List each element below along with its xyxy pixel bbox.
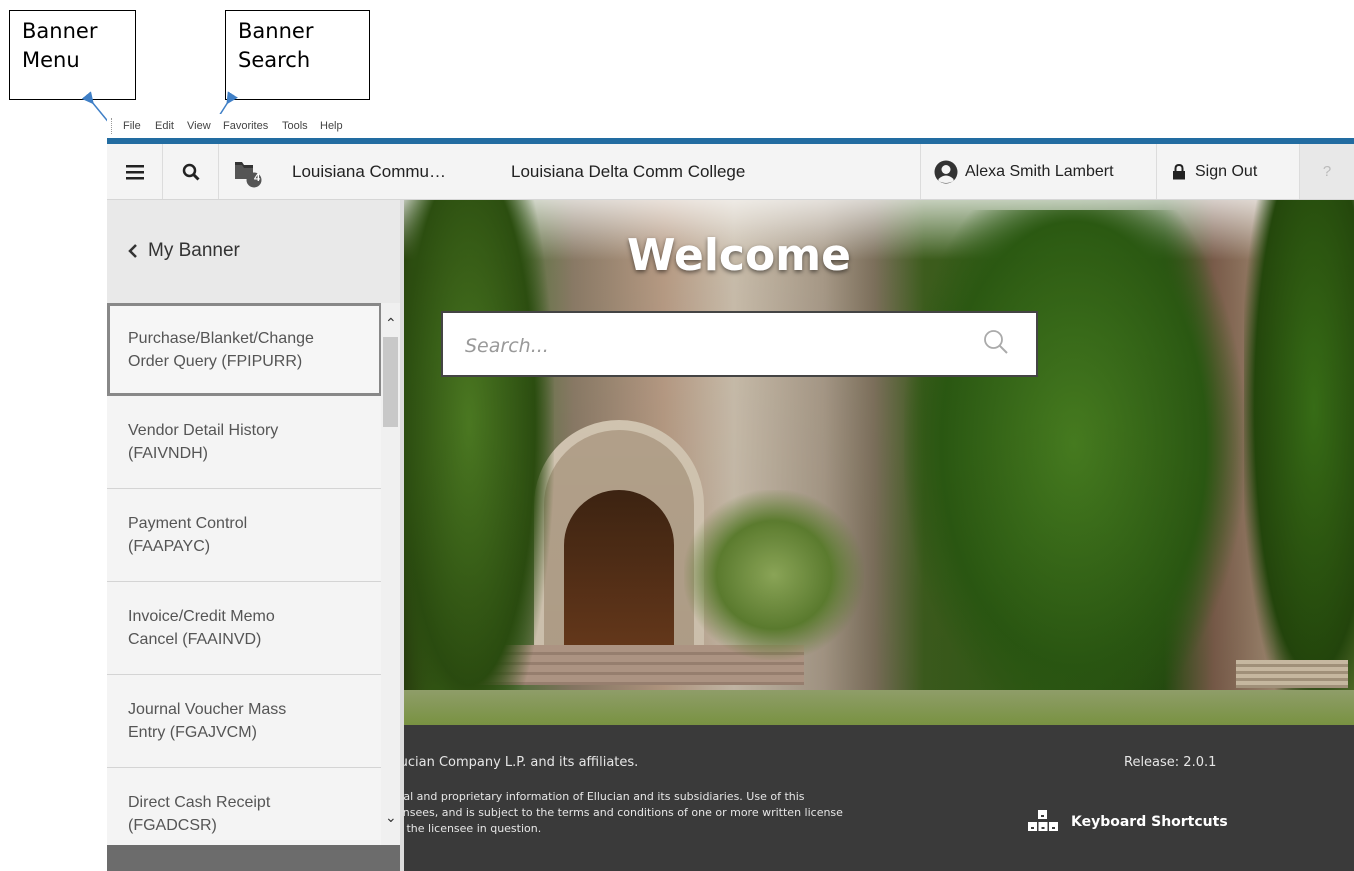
sidebar-item-fgajvcm[interactable]: Journal Voucher Mass Entry (FGAJVCM)	[107, 675, 382, 768]
page-footer: lucian Company L.P. and its affiliates. …	[396, 725, 1354, 871]
sidebar-item-faainvd[interactable]: Invoice/Credit Memo Cancel (FAAINVD)	[107, 582, 382, 675]
item-line: Payment Control	[128, 515, 248, 532]
banner-menu-button[interactable]	[107, 144, 163, 199]
menu-help[interactable]: Help	[320, 120, 343, 132]
search-icon[interactable]	[983, 329, 1009, 355]
browser-menubar: File Edit View Favorites Tools Help	[107, 114, 1354, 138]
institution-name: Louisiana Delta Comm College	[511, 162, 746, 181]
release-version: Release: 2.0.1	[1124, 755, 1217, 770]
help-label: ?	[1322, 163, 1332, 180]
lock-icon	[1173, 163, 1185, 179]
banner-header: 4 Louisiana Commu… Louisiana Delta Comm …	[107, 144, 1354, 200]
keyboard-icon	[1028, 810, 1058, 831]
chevron-left-icon	[128, 244, 137, 258]
sidebar-menu-list: Purchase/Blanket/Change Order Query (FPIP…	[107, 303, 382, 861]
my-banner-back-button[interactable]: My Banner	[127, 240, 240, 262]
main-search-input[interactable]	[463, 331, 967, 361]
sidebar-header: My Banner	[107, 200, 400, 303]
sidebar-item-faapayc[interactable]: Payment Control (FAAPAYC)	[107, 489, 382, 582]
item-line: Invoice/Credit Memo	[128, 608, 275, 625]
copyright-text: lucian Company L.P. and its affiliates.	[396, 755, 639, 770]
user-profile[interactable]: Alexa Smith Lambert	[920, 144, 1157, 199]
sidebar-scrollbar[interactable]: ⌃ ⌄	[381, 303, 400, 848]
annotation-line: Search	[238, 48, 311, 72]
help-button[interactable]: ?	[1300, 144, 1354, 199]
annotation-line: Banner	[238, 19, 314, 43]
scroll-up-icon[interactable]: ⌃	[385, 315, 397, 332]
user-avatar-icon	[934, 160, 958, 183]
legal-line: tial and proprietary information of Ellu…	[396, 790, 805, 803]
scroll-down-icon[interactable]: ⌄	[385, 809, 397, 826]
menu-tools[interactable]: Tools	[282, 120, 308, 132]
menu-edit[interactable]: Edit	[155, 120, 174, 132]
menu-favorites[interactable]: Favorites	[223, 120, 268, 132]
legal-line: ensees, and is subject to the terms and …	[396, 806, 843, 819]
recent-count-badge: 4	[253, 172, 261, 184]
item-line: Entry (FGAJVCM)	[128, 724, 257, 741]
item-line: (FAIVNDH)	[128, 445, 208, 462]
banner-search-button[interactable]	[163, 144, 219, 199]
institution-name-short: Louisiana Commu…	[292, 162, 447, 181]
item-line: Journal Voucher Mass	[128, 701, 287, 718]
item-line: Vendor Detail History	[128, 422, 279, 439]
menubar-grip	[111, 118, 114, 134]
item-line: Direct Cash Receipt	[128, 794, 271, 811]
my-banner-label: My Banner	[148, 240, 240, 261]
main-search-box[interactable]	[441, 311, 1038, 377]
welcome-heading: Welcome	[627, 230, 851, 281]
recent-items-button[interactable]: 4	[219, 144, 275, 199]
scrollbar-thumb[interactable]	[383, 337, 398, 427]
search-icon	[182, 163, 200, 181]
item-line: Cancel (FAAINVD)	[128, 631, 262, 648]
item-line: (FAAPAYC)	[128, 538, 211, 555]
hamburger-icon	[125, 164, 144, 179]
keyboard-shortcuts-link[interactable]: Keyboard Shortcuts	[1027, 809, 1228, 835]
sign-out-label: Sign Out	[1195, 162, 1258, 180]
sidebar-item-faivndh[interactable]: Vendor Detail History (FAIVNDH)	[107, 396, 382, 489]
keyboard-shortcuts-label: Keyboard Shortcuts	[1071, 814, 1228, 830]
annotation-banner-menu: Banner Menu	[9, 10, 136, 100]
legal-line: d the licensee in question.	[396, 822, 542, 835]
item-line: Order Query (FPIPURR)	[128, 352, 303, 370]
item-line: (FGADCSR)	[128, 817, 217, 834]
menu-view[interactable]: View	[187, 120, 211, 132]
annotation-line: Banner	[22, 19, 98, 43]
banner-menu-sidebar: My Banner Purchase/Blanket/Change Order Q…	[107, 200, 404, 871]
menu-file[interactable]: File	[123, 120, 141, 132]
legal-notice: tial and proprietary information of Ellu…	[396, 789, 916, 837]
sidebar-item-fpipurr[interactable]: Purchase/Blanket/Change Order Query (FPIP…	[107, 303, 382, 396]
annotation-line: Menu	[22, 48, 80, 72]
item-line: Purchase/Blanket/Change	[128, 329, 314, 347]
user-name: Alexa Smith Lambert	[965, 162, 1114, 180]
annotation-banner-search: Banner Search	[225, 10, 370, 100]
sidebar-footer-bar	[107, 845, 400, 871]
sign-out-button[interactable]: Sign Out	[1157, 144, 1300, 199]
